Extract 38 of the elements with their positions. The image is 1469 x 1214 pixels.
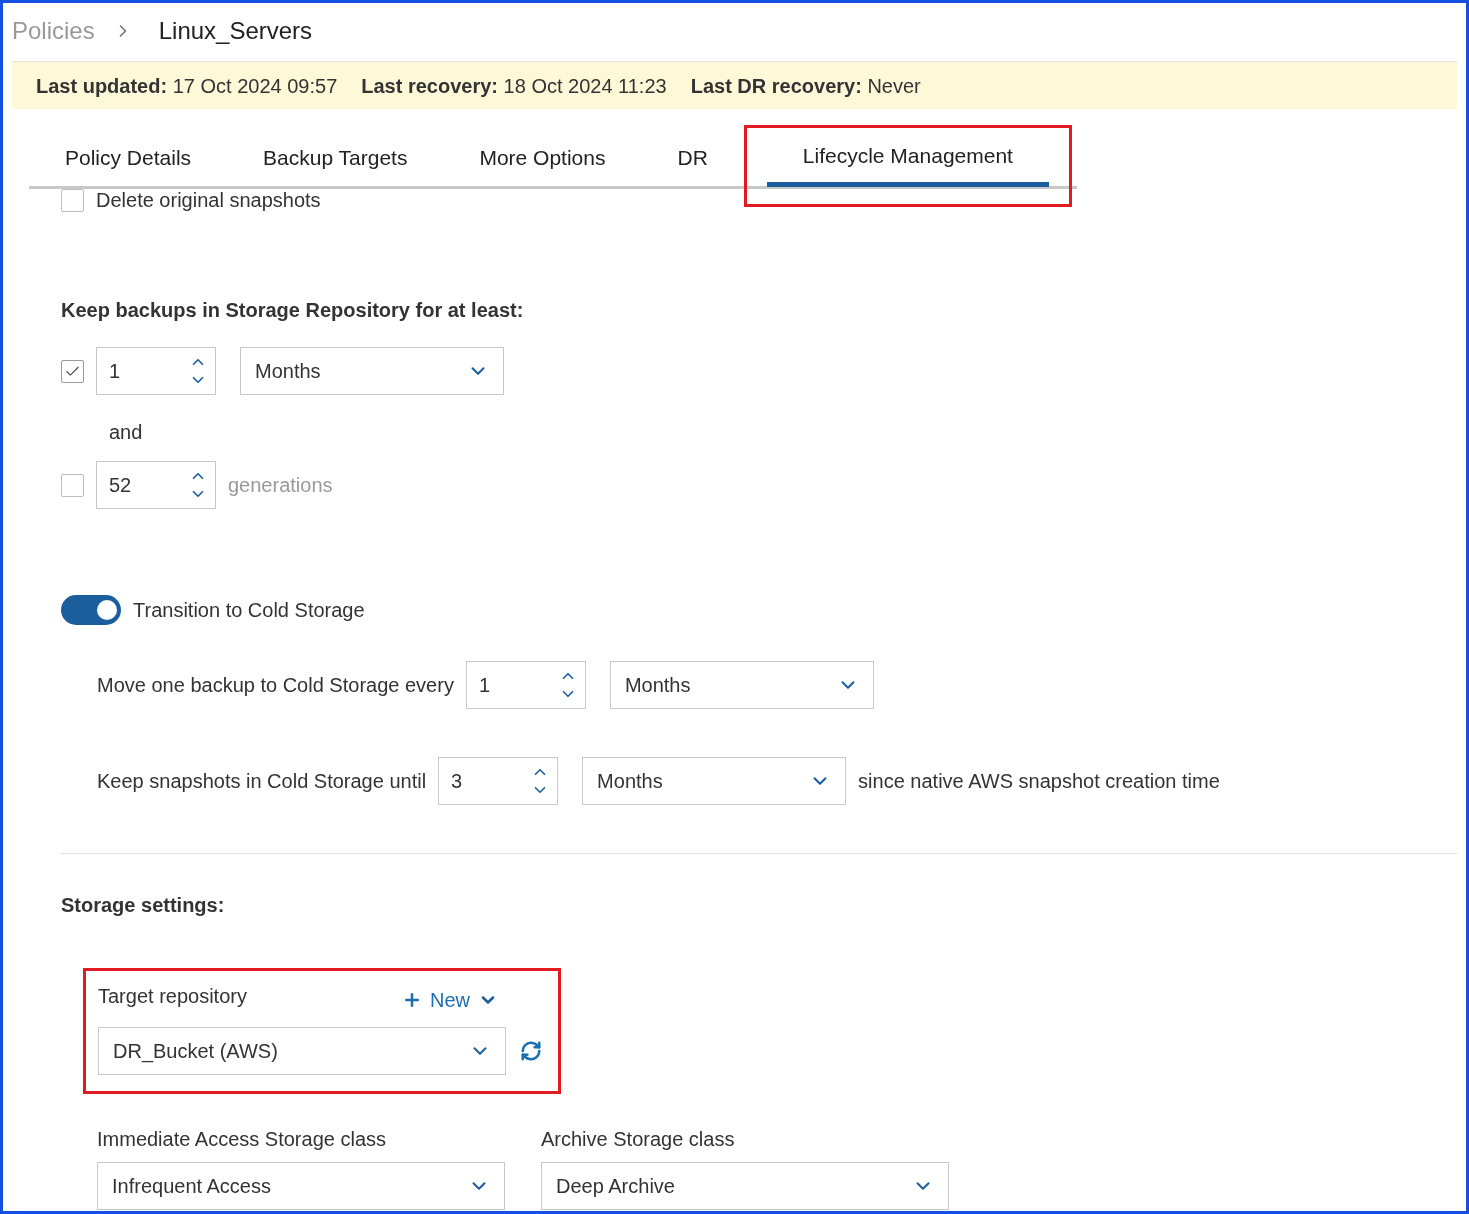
tab[interactable]: More Options: [443, 131, 642, 189]
tab[interactable]: DR: [641, 131, 744, 189]
status-text: Last DR recovery: Never: [690, 73, 921, 99]
number-spinner[interactable]: 52: [96, 461, 216, 509]
tab[interactable]: Policy Details: [29, 131, 228, 189]
checkbox[interactable]: [61, 473, 84, 497]
storage-class-dropdown[interactable]: Infrequent Access: [97, 1162, 505, 1210]
refresh-icon[interactable]: [520, 1040, 542, 1062]
field-label: Target repository: [98, 984, 247, 1009]
status-text: Last recovery: 18 Oct 2024 11:23: [361, 73, 667, 99]
number-spinner[interactable]: 3: [438, 757, 559, 805]
generations-label: generations: [228, 473, 333, 498]
checkbox-label: Delete original snapshots: [96, 188, 321, 213]
checkbox[interactable]: [61, 188, 84, 212]
and-text: and: [109, 420, 144, 445]
field-suffix: since native AWS snapshot creation time: [858, 769, 1220, 794]
plus-icon: [402, 990, 422, 1010]
tab[interactable]: Backup Targets: [227, 131, 444, 189]
number-spinner[interactable]: 1: [96, 347, 216, 395]
unit-dropdown[interactable]: Months: [582, 757, 847, 805]
unit-dropdown[interactable]: Months: [240, 347, 504, 395]
new-button[interactable]: New: [402, 985, 498, 1015]
toggle-switch[interactable]: [61, 595, 121, 625]
tab[interactable]: Lifecycle Management: [766, 129, 1049, 187]
checkbox[interactable]: [61, 359, 84, 383]
toggle-label: Transition to Cold Storage: [133, 598, 365, 623]
field-label: Keep snapshots in Cold Storage until: [97, 769, 427, 794]
field-label: Archive Storage class: [541, 1127, 736, 1152]
number-spinner[interactable]: 1: [465, 661, 586, 709]
field-label: Move one backup to Cold Storage every: [97, 673, 454, 698]
unit-dropdown[interactable]: Months: [609, 661, 874, 709]
storage-class-dropdown[interactable]: Deep Archive: [541, 1162, 949, 1210]
repository-dropdown[interactable]: DR_Bucket (AWS): [98, 1027, 506, 1075]
status-text: Last updated: 17 Oct 2024 09:57: [36, 73, 338, 99]
field-label: Immediate Access Storage class: [97, 1127, 387, 1152]
section-heading: Storage settings:: [61, 893, 226, 918]
section-heading: Keep backups in Storage Repository for at least:: [61, 298, 525, 323]
page-title: Linux_Servers: [158, 16, 313, 46]
